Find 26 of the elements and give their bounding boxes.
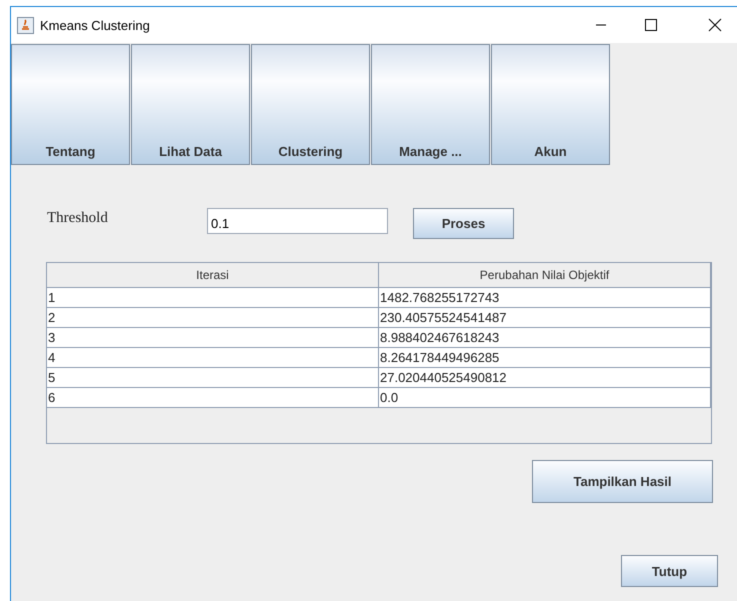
- table-cell: 0.0: [379, 388, 711, 408]
- table-cell: 1: [47, 288, 379, 308]
- nav-button[interactable]: Clustering: [251, 44, 370, 165]
- table-cell: 8.988402467618243: [379, 328, 711, 348]
- table-cell: 2: [47, 308, 379, 328]
- threshold-label: Threshold: [47, 210, 109, 227]
- close-button[interactable]: Tutup: [621, 555, 718, 587]
- column-header: Perubahan Nilai Objektif: [379, 263, 711, 288]
- nav-button[interactable]: Akun: [491, 44, 610, 165]
- nav-button[interactable]: Tentang: [11, 44, 130, 165]
- column-header: Iterasi: [47, 263, 379, 288]
- table-cell: 5: [47, 368, 379, 388]
- table-cell: 230.40575524541487: [379, 308, 711, 328]
- table-cell: 3: [47, 328, 379, 348]
- process-button[interactable]: Proses: [413, 208, 514, 239]
- app-icon: [17, 16, 34, 34]
- show-results-button[interactable]: Tampilkan Hasil: [532, 460, 713, 503]
- table-cell: 1482.768255172743: [379, 288, 711, 308]
- nav-button[interactable]: Manage ...: [371, 44, 490, 165]
- nav-button[interactable]: Lihat Data: [131, 44, 250, 165]
- threshold-field[interactable]: 0.1: [207, 208, 388, 234]
- window-title: Kmeans Clustering: [40, 18, 151, 32]
- table-cell: 27.020440525490812: [379, 368, 711, 388]
- table-cell: 6: [47, 388, 379, 408]
- table-cell: 4: [47, 348, 379, 368]
- table-cell: 8.264178449496285: [379, 348, 711, 368]
